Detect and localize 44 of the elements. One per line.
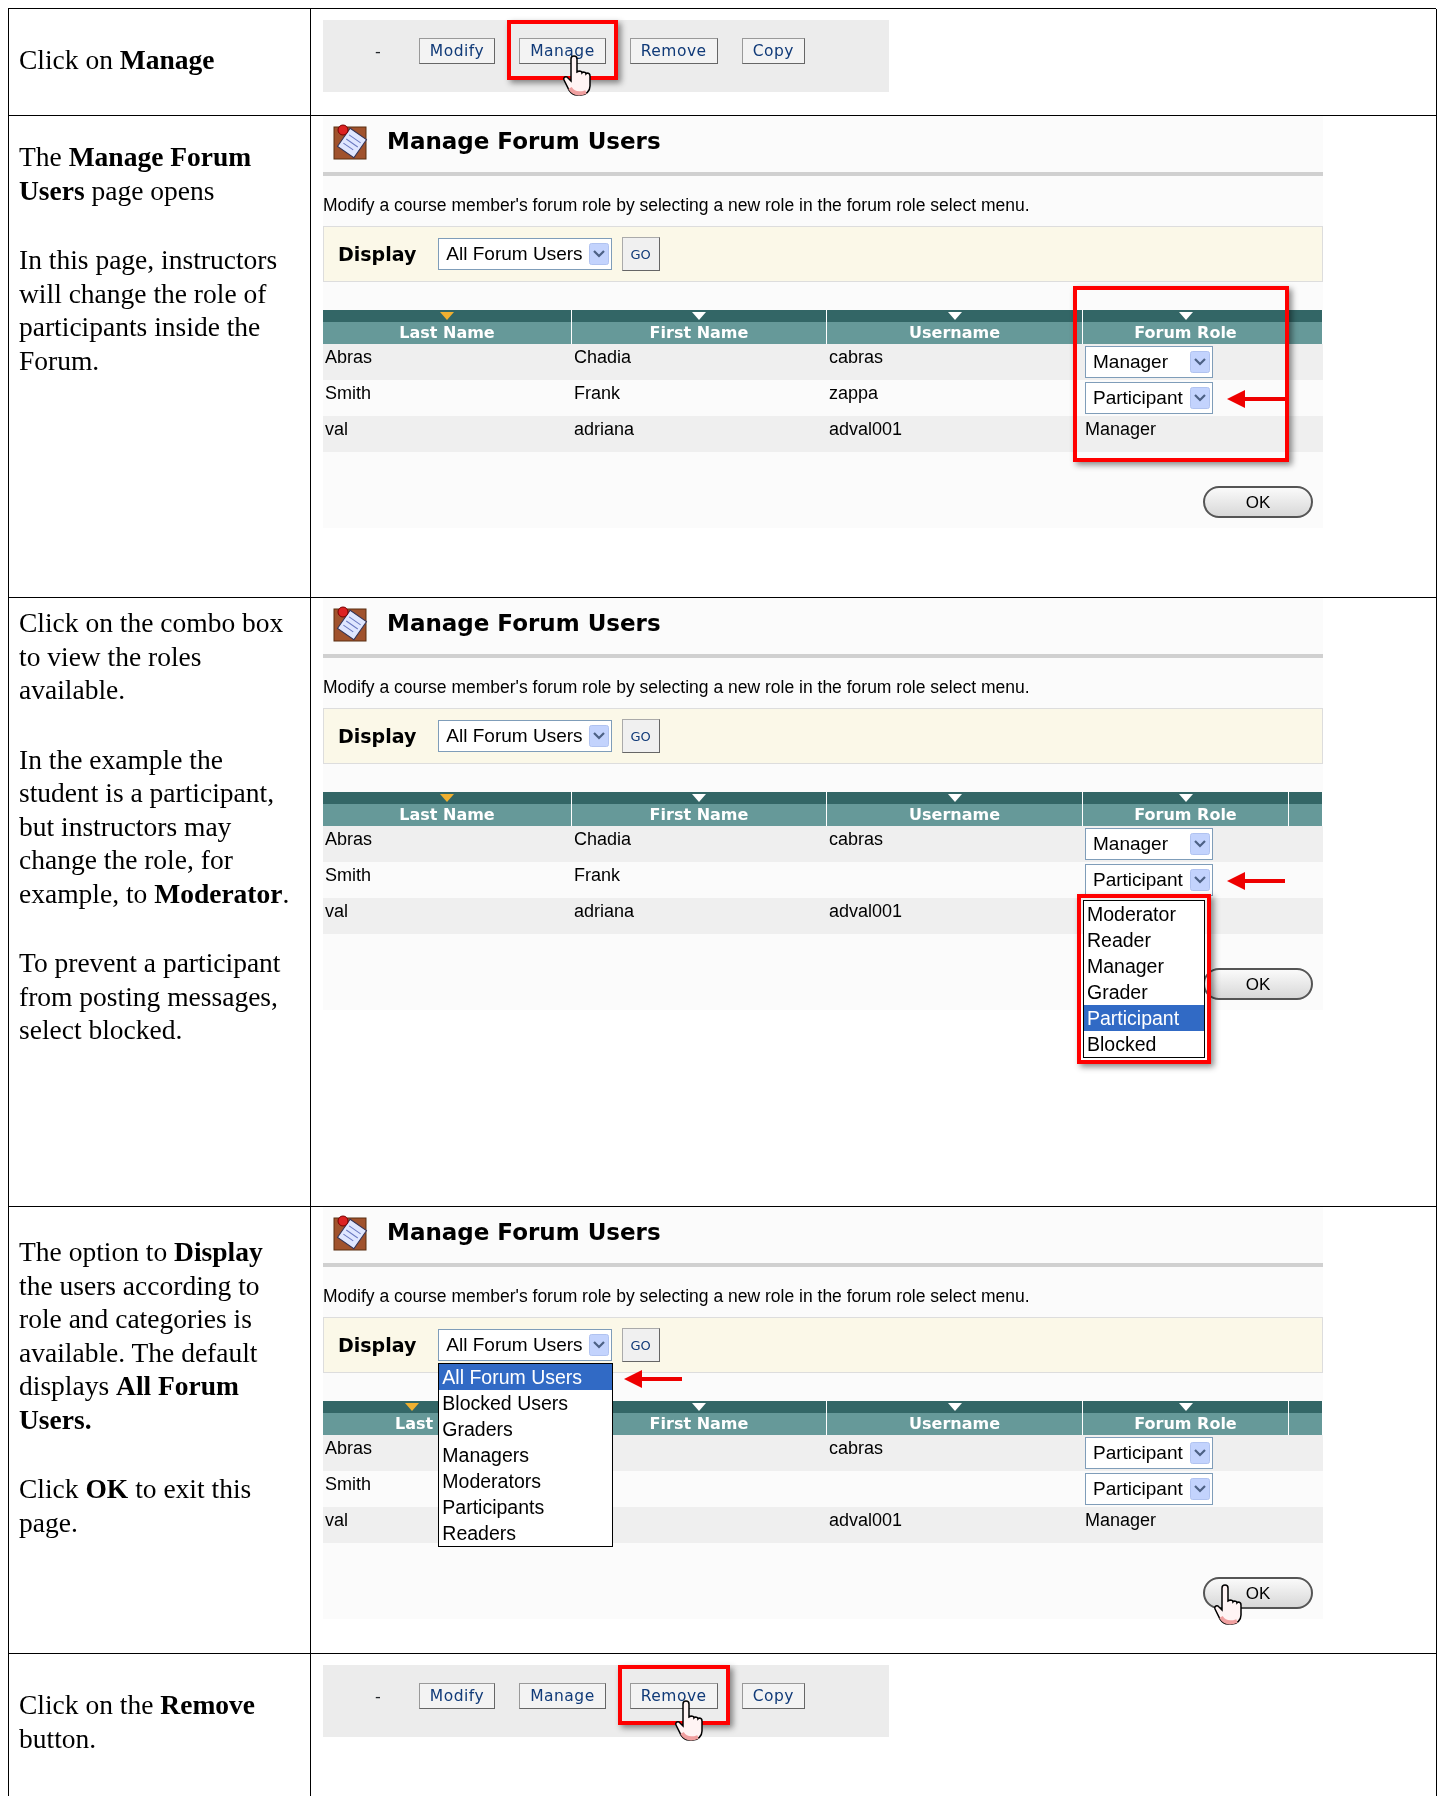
table-cell: Chadia <box>574 829 632 850</box>
instruction-text: Click on the Remove button. <box>19 1688 256 1756</box>
table-cell: adriana <box>574 901 635 922</box>
instruction-text: Click on Manage <box>19 43 216 77</box>
table-cell: adriana <box>574 419 635 440</box>
instruction-text: To prevent a participant from posting messages, select blocked. <box>19 946 282 1047</box>
table-cell: adval001 <box>829 901 903 922</box>
instruction-text: Click OK to exit this page. <box>19 1472 253 1540</box>
description-text: Modify a course member's forum role by selecting a new role in the forum role select menu. <box>323 1285 1031 1308</box>
table-cell: Frank <box>574 865 620 886</box>
table-cell: Frank <box>574 383 620 404</box>
instruction-text: The option to Display the users according to role and categories is available. The default displays All Forum Users. <box>19 1235 264 1437</box>
table-cell: val <box>325 901 348 922</box>
table-cell: Abras <box>325 829 373 850</box>
display-label: Display <box>338 1333 417 1358</box>
page-title: Manage Forum Users <box>387 610 661 638</box>
table-cell: Manager <box>1085 419 1157 440</box>
table-cell: zappa <box>829 383 879 404</box>
instruction-text: In the example the student is a participant, but instructors may change the role, for example, to Moderator. <box>19 742 291 911</box>
table-cell: val <box>325 1510 348 1531</box>
table-cell: Manager <box>1085 1510 1157 1531</box>
dash-text: - <box>375 41 381 63</box>
table-cell: Smith <box>325 1474 371 1495</box>
page-title: Manage Forum Users <box>387 1219 661 1247</box>
table-cell: cabras <box>829 829 884 850</box>
table-cell: adval001 <box>829 1510 903 1531</box>
description-text: Modify a course member's forum role by selecting a new role in the forum role select menu. <box>323 676 1031 699</box>
display-label: Display <box>338 724 417 749</box>
instruction-text: The Manage Forum Users page opens <box>19 140 253 208</box>
table-cell: val <box>325 419 348 440</box>
dash-text: - <box>375 1686 381 1708</box>
table-cell: adval001 <box>829 419 903 440</box>
display-label: Display <box>338 242 417 267</box>
instruction-text: Click on the combo box to view the roles available. <box>19 606 285 707</box>
table-cell: Chadia <box>574 347 632 368</box>
page-title: Manage Forum Users <box>387 128 661 156</box>
table-cell: Abras <box>325 347 373 368</box>
table-cell: Abras <box>325 1438 373 1459</box>
table-cell: Smith <box>325 865 371 886</box>
table-cell: cabras <box>829 347 884 368</box>
description-text: Modify a course member's forum role by selecting a new role in the forum role select menu. <box>323 194 1031 217</box>
instruction-text: In this page, instructors will change the role of participants inside the Forum. <box>19 243 279 378</box>
table-cell: cabras <box>829 1438 884 1459</box>
table-cell: Smith <box>325 383 371 404</box>
